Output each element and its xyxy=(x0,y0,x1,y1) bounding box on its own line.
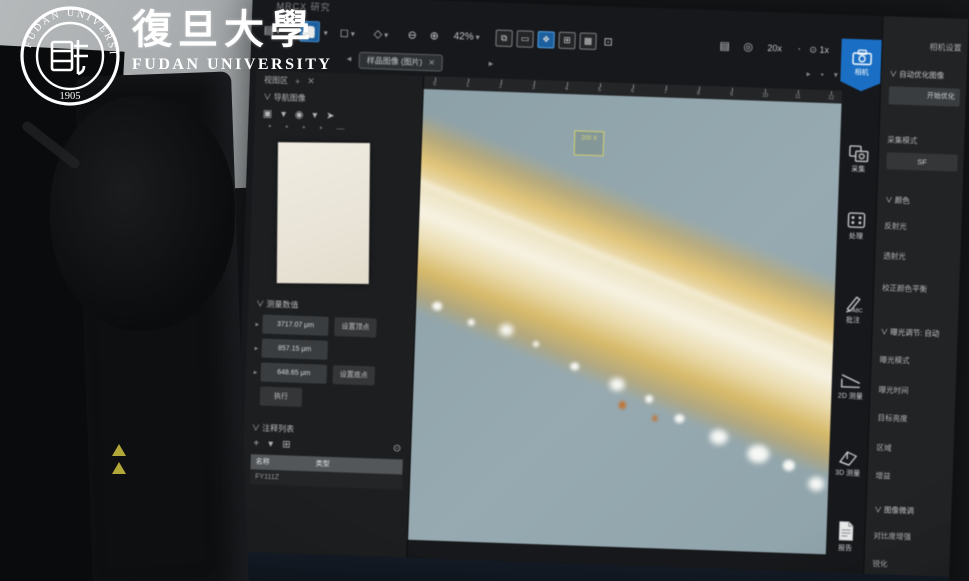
measurement-section: ∨ 测量数值 ▸ 3717.07 μm 设置顶点 ▸ 857.15 μm ▸ 6… xyxy=(245,294,417,411)
annotate-pencil-icon: ABC xyxy=(846,296,863,313)
measure-2d-icon xyxy=(840,374,861,389)
viewport-corner-icons[interactable]: ▸ ▪ ▾ xyxy=(806,69,842,79)
tab-prev-arrow[interactable]: ◂ xyxy=(347,53,352,64)
rail-item-measure-3d[interactable]: 3D 测量 xyxy=(828,448,867,478)
transmitted-light-item[interactable]: 透射光 xyxy=(883,250,956,264)
view-cam-button[interactable]: ▦ xyxy=(579,32,597,51)
view-grid-button[interactable]: ⧉ xyxy=(495,29,513,48)
exposure-mode-item[interactable]: 曝光模式 xyxy=(879,354,952,368)
right-panel-header: 相机设置 xyxy=(929,42,962,53)
warning-triangle-icon xyxy=(112,462,126,474)
software-screen: MRCX 研究 ▤ ▾ ▾ ◻ ▾ ◇ ▾ ⊖ ⊕ 42% ▾ ⧉ ▭ ❖ ⊞ ▦ ⊡ ▤ ◎ … xyxy=(233,0,969,581)
measure-value-field[interactable]: 648.65 μm xyxy=(260,362,328,384)
svg-text:1905: 1905 xyxy=(60,91,81,102)
set-bottom-point-button[interactable]: 设置底点 xyxy=(332,365,376,386)
auto-optimize-button[interactable]: 开始优化 xyxy=(888,86,961,107)
zoom-out-icon[interactable]: ⊖ xyxy=(407,26,417,44)
panel-toggle-icon[interactable]: ⊡ xyxy=(603,33,613,51)
image-viewport[interactable]: 0 1 2 3 4 5 6 7 8 9 10 11 12 200 X xyxy=(408,76,842,555)
rail-item-annotate[interactable]: ABC 批注 xyxy=(834,294,873,325)
gain-item[interactable]: 增益 xyxy=(875,470,948,484)
zoom-in-icon[interactable]: ⊕ xyxy=(429,27,439,45)
tab-next-arrow[interactable]: ▸ xyxy=(489,58,494,69)
rail-item-process[interactable]: 处理 xyxy=(837,211,876,242)
add-annotation-button[interactable]: + xyxy=(253,438,259,449)
report-document-icon xyxy=(838,521,853,541)
monitor: MRCX 研究 ▤ ▾ ▾ ◻ ▾ ◇ ▾ ⊖ ⊕ 42% ▾ ⧉ ▭ ❖ ⊞ ▦ ⊡ ▤ ◎ … xyxy=(231,0,969,581)
rail-item-measure-2d[interactable]: 2D 测量 xyxy=(831,372,870,401)
university-name-zh: 復旦大學 xyxy=(132,6,316,53)
view-nav-button-active[interactable]: ❖ xyxy=(537,30,555,49)
magnification-annotation[interactable]: 200 X xyxy=(573,130,605,157)
process-icon xyxy=(847,212,866,229)
apply-button[interactable]: 执行 xyxy=(259,386,303,407)
warning-triangle-icon xyxy=(112,444,126,456)
color-section-header[interactable]: ∨ 颜色 xyxy=(885,194,958,208)
view-split-button[interactable]: ⊞ xyxy=(558,31,576,50)
reflected-light-item[interactable]: 反射光 xyxy=(884,220,957,234)
annotation-section: ∨ 注释列表 + ▾ ⊞ ⊙ 名称 类型 FY111Z xyxy=(242,418,412,490)
document-tab[interactable]: 样品图像 (图片) ✕ xyxy=(358,51,444,72)
capture-icon xyxy=(849,145,869,163)
view-scale-indicator[interactable]: ⊙ 1x xyxy=(809,40,829,59)
tab-close-icon[interactable]: ✕ xyxy=(428,58,435,67)
camera-icon xyxy=(852,49,873,66)
navigation-thumbnail[interactable] xyxy=(276,142,371,284)
annotation-grid-icon[interactable]: ⊞ xyxy=(282,439,291,450)
contrast-enhance-item[interactable]: 对比度增强 xyxy=(873,530,946,544)
rail-item-camera[interactable]: 相机 xyxy=(840,39,884,92)
view-fit-button[interactable]: ▭ xyxy=(516,30,534,48)
rail-item-capture[interactable]: 采集 xyxy=(839,145,878,175)
auto-optimize-section-header[interactable]: ∨ 自动优化图像 xyxy=(889,68,962,82)
zoom-level-dropdown[interactable]: 42% ▾ xyxy=(453,28,480,47)
annotation-chevron[interactable]: ▾ xyxy=(268,439,273,450)
annotation-search-icon[interactable]: ⊙ xyxy=(393,443,402,454)
refresh-icon[interactable]: ◎ xyxy=(743,38,753,56)
color-balance-item[interactable]: 校正颜色平衡 xyxy=(882,282,955,296)
fiber-specimen xyxy=(408,102,842,489)
measure-value-field[interactable]: 857.15 μm xyxy=(261,338,328,360)
capture-mode-label: 采集模式 xyxy=(887,135,918,146)
fudan-logo: FUDAN UNIVERSITY 1905 復旦大學 FUDAN UNIVERS… xyxy=(18,4,332,108)
measure-section-header[interactable]: ∨ 测量数值 xyxy=(248,294,416,315)
shape-tool-icon[interactable]: ◇ ▾ xyxy=(373,25,388,44)
photo-of-monitor: MRCX 研究 ▤ ▾ ▾ ◻ ▾ ◇ ▾ ⊖ ⊕ 42% ▾ ⧉ ▭ ❖ ⊞ ▦ ⊡ ▤ ◎ … xyxy=(0,0,969,581)
flat-view-icon[interactable]: ▤ xyxy=(719,37,730,55)
sharpen-item[interactable]: 锐化 xyxy=(872,558,945,572)
set-top-point-button[interactable]: 设置顶点 xyxy=(334,317,377,338)
microscope-image[interactable] xyxy=(408,89,842,555)
left-panel: 视图区 + ✕ ∨ 导航图像 ▣ ▾ ◉ ▾ ➤ • • • • — ∨ 测量数… xyxy=(239,70,425,558)
view-mode-buttons: ⧉ ▭ ❖ ⊞ ▦ xyxy=(495,28,601,51)
annotation-table: 名称 类型 FY111Z xyxy=(249,454,403,490)
camera-lens xyxy=(50,96,235,331)
target-brightness-item[interactable]: 目标亮度 xyxy=(877,412,950,426)
measure-value-field[interactable]: 3717.07 μm xyxy=(262,314,329,336)
exposure-time-item[interactable]: 曝光时间 xyxy=(878,384,951,398)
exposure-section-header[interactable]: ∨ 曝光调节: 自动 xyxy=(880,326,953,340)
image-tune-section-header[interactable]: ∨ 图像微调 xyxy=(874,504,947,518)
svg-text:ABC: ABC xyxy=(852,308,863,313)
capture-mode-select[interactable]: SF xyxy=(886,152,958,172)
fudan-seal-icon: FUDAN UNIVERSITY 1905 xyxy=(18,4,120,106)
objective-indicator[interactable]: 20x xyxy=(767,39,782,57)
rail-item-report[interactable]: 报告 xyxy=(826,520,865,553)
university-name-en: FUDAN UNIVERSITY xyxy=(132,56,333,73)
separator-dot: · xyxy=(797,43,802,56)
measure-3d-icon xyxy=(839,451,858,466)
region-item[interactable]: 区域 xyxy=(876,442,949,456)
select-tool-icon[interactable]: ◻ ▾ xyxy=(339,24,355,44)
